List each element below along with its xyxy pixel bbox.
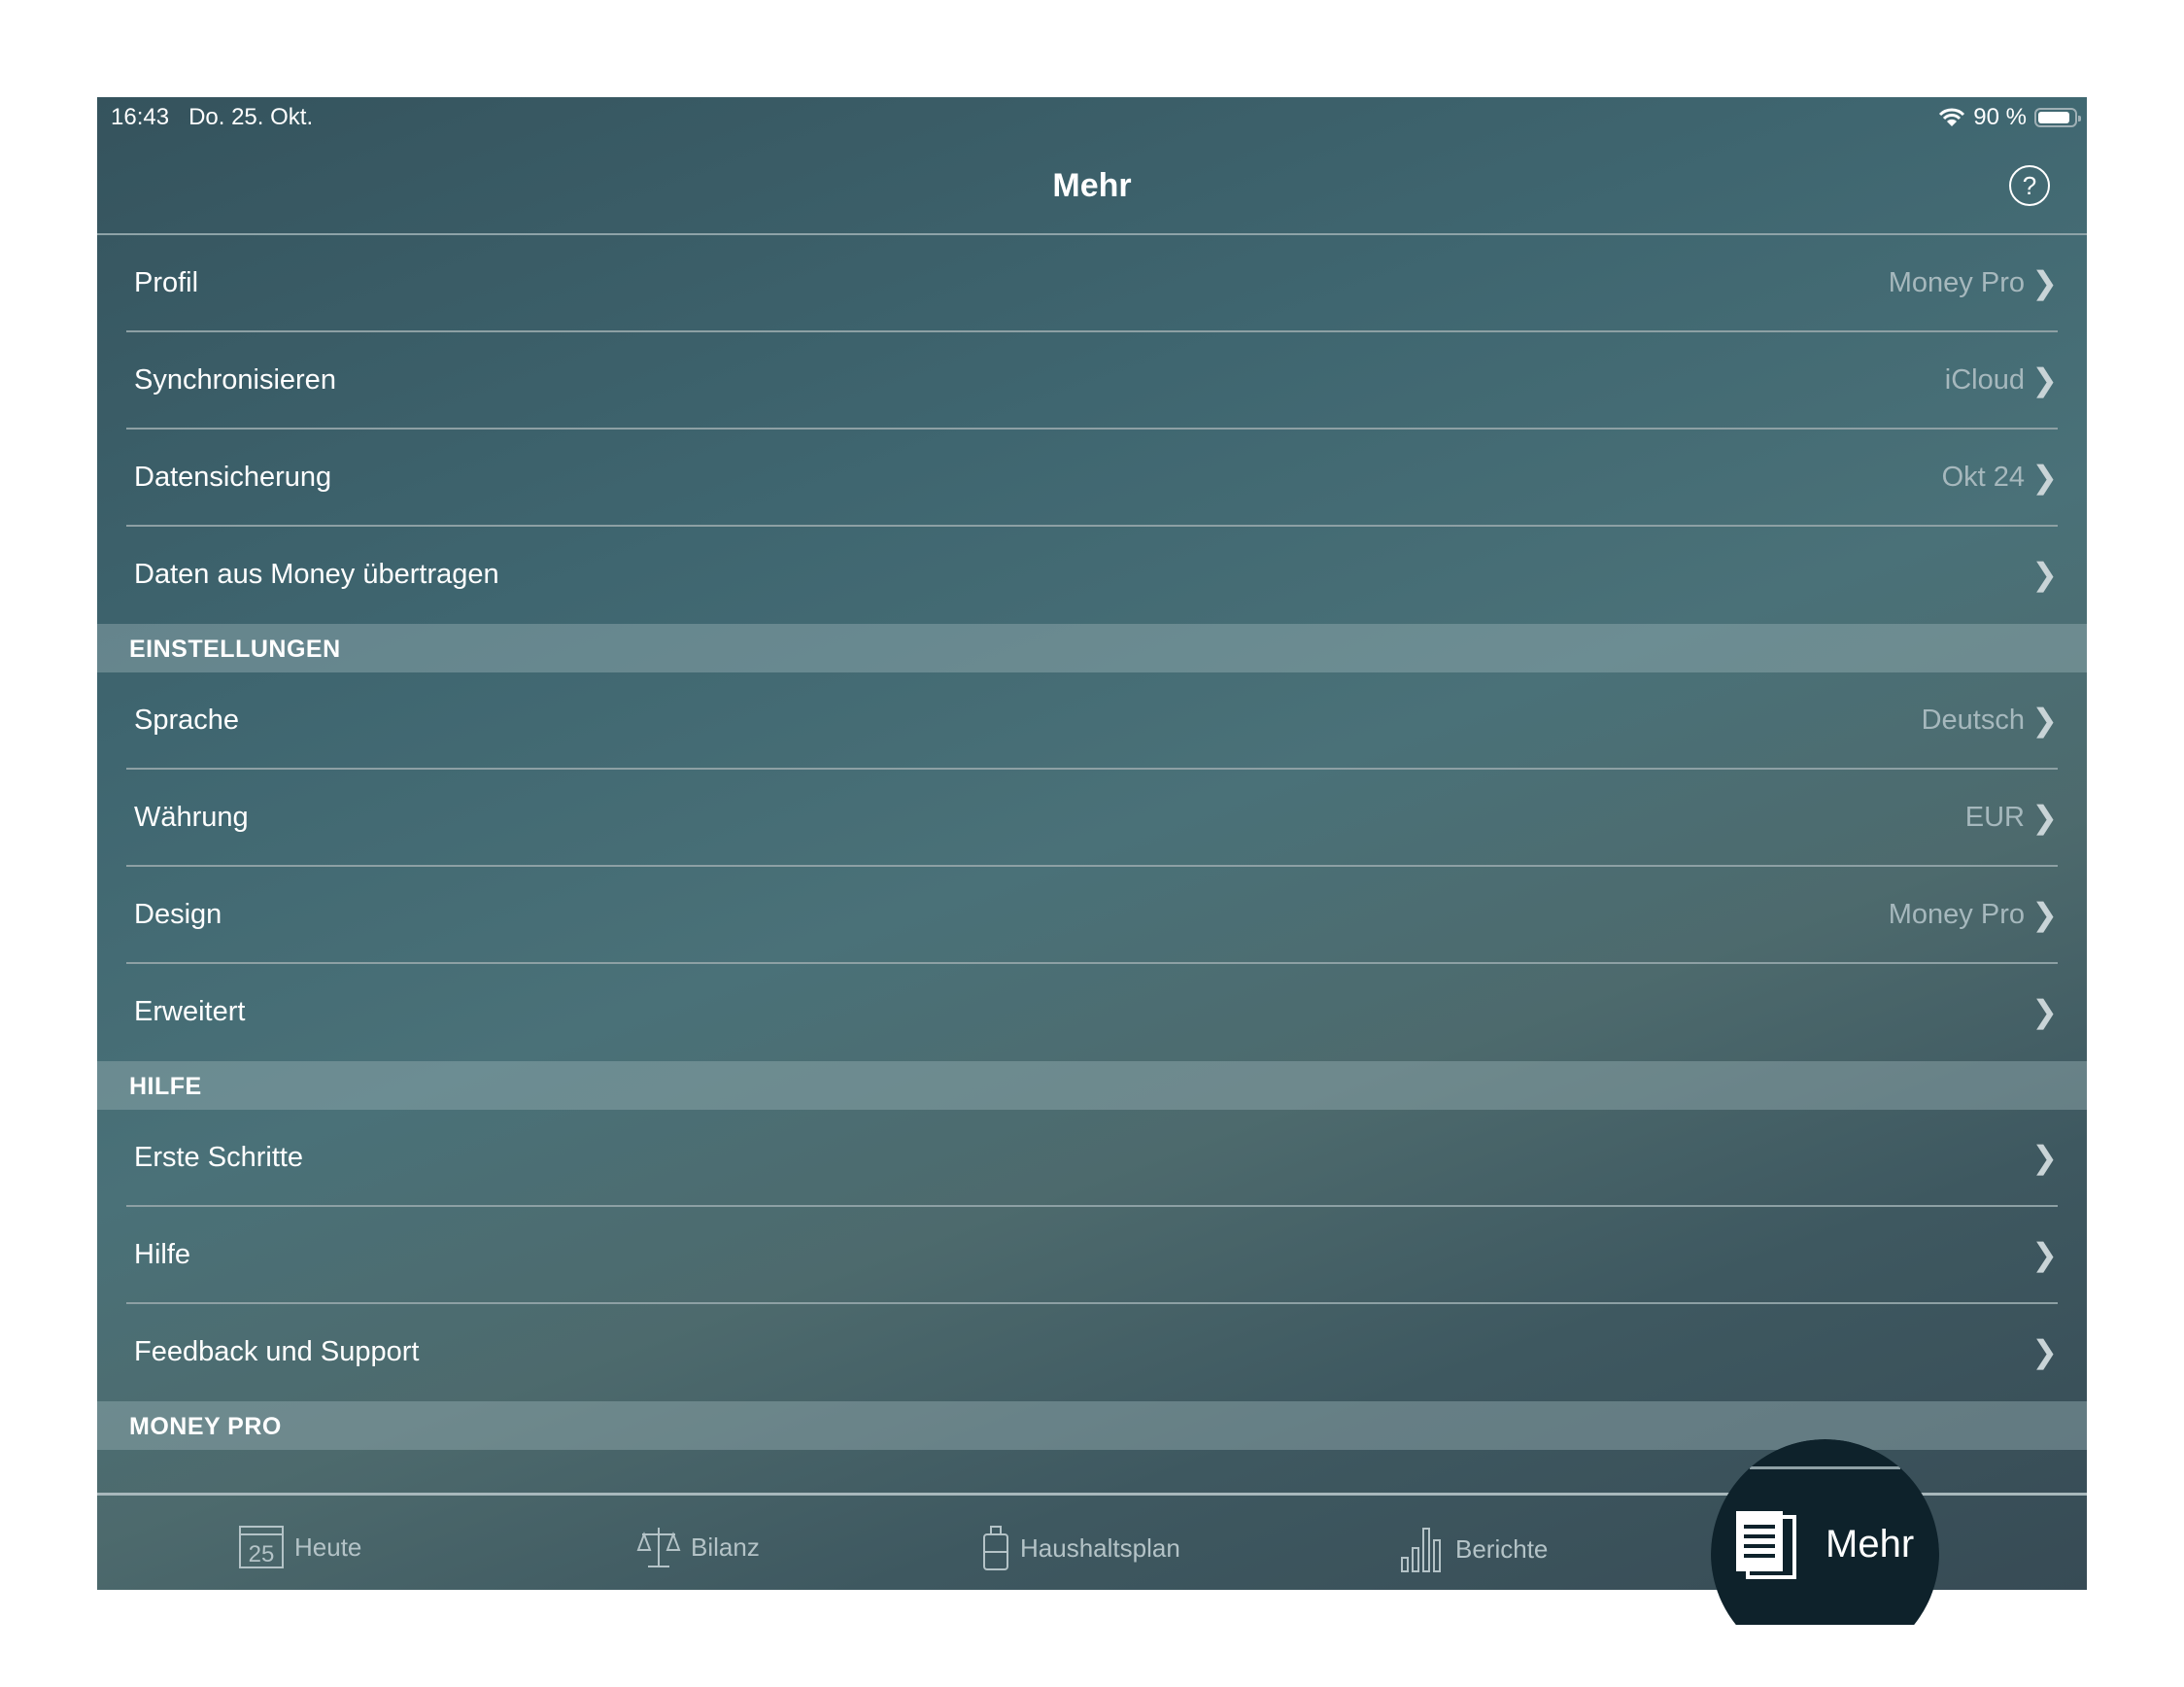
list-item-label: Synchronisieren — [134, 364, 336, 396]
chevron-right-icon: ❯ — [2031, 897, 2058, 932]
battery-icon — [2034, 108, 2081, 127]
list-item-value: Okt 24 — [1941, 462, 2025, 493]
section-title: EINSTELLUNGEN — [129, 636, 341, 663]
bar-chart-icon — [1401, 1528, 1441, 1572]
status-date: Do. 25. Okt. — [188, 104, 314, 130]
list-item-label: Daten aus Money übertragen — [134, 559, 499, 590]
question-circle-icon[interactable]: ? — [2009, 165, 2050, 206]
calendar-icon: 25 — [239, 1526, 284, 1568]
chevron-right-icon: ❯ — [2031, 1237, 2058, 1272]
section-header: EINSTELLUNGEN — [97, 624, 2087, 672]
tab-bilanz[interactable]: Bilanz — [636, 1525, 760, 1569]
list-item[interactable]: Feedback und Support ❯ — [97, 1304, 2087, 1401]
list-item[interactable]: Synchronisieren iCloud ❯ — [97, 332, 2087, 430]
navigation-bar: Mehr ? — [97, 136, 2087, 235]
list-item-label: Feedback und Support — [134, 1336, 420, 1367]
document-icon — [1736, 1511, 1796, 1579]
list-item-label: Hilfe — [134, 1239, 191, 1270]
list-item[interactable]: Profil Money Pro ❯ — [97, 235, 2087, 332]
chevron-right-icon: ❯ — [2031, 994, 2058, 1029]
calendar-day: 25 — [249, 1541, 275, 1567]
tab-label: Mehr — [1826, 1522, 1915, 1566]
divider — [1750, 1466, 1900, 1469]
section-header: HILFE — [97, 1061, 2087, 1110]
page-title: Mehr — [1052, 167, 1132, 204]
list-item[interactable]: Erste Schritte ❯ — [97, 1110, 2087, 1207]
tab-label: Haushaltsplan — [1020, 1532, 1180, 1563]
list-item-label: Profil — [134, 267, 199, 298]
list-item[interactable]: Daten aus Money übertragen ❯ — [97, 527, 2087, 624]
chevron-right-icon: ❯ — [2031, 460, 2058, 495]
tab-mehr[interactable]: Mehr — [1711, 1439, 1939, 1625]
chevron-right-icon: ❯ — [2031, 265, 2058, 300]
tab-heute[interactable]: 25 Heute — [238, 1525, 361, 1569]
status-bar: 16:43 Do. 25. Okt. 90 % — [97, 97, 2087, 136]
battery-percent: 90 % — [1973, 104, 2027, 130]
status-time: 16:43 — [111, 104, 170, 130]
chevron-right-icon: ❯ — [2031, 1140, 2058, 1175]
chevron-right-icon: ❯ — [2031, 1334, 2058, 1369]
section-title: MONEY PRO — [129, 1413, 282, 1440]
chevron-right-icon: ❯ — [2031, 703, 2058, 738]
scale-icon — [636, 1528, 681, 1567]
jar-icon — [983, 1526, 1008, 1570]
list-item-value: EUR — [1964, 802, 2025, 833]
list-item-label: Erste Schritte — [134, 1142, 304, 1173]
list-item-value: Money Pro — [1888, 267, 2025, 298]
settings-list: Profil Money Pro ❯ Synchronisieren iCloud ❯ Da… — [97, 235, 2087, 1450]
tab-haushaltsplan[interactable]: Haushaltsplan — [981, 1525, 1180, 1571]
list-item-value: Money Pro — [1888, 899, 2025, 930]
wifi-icon — [1939, 108, 1965, 126]
chevron-right-icon: ❯ — [2031, 800, 2058, 835]
tab-label: Berichte — [1455, 1533, 1549, 1564]
list-item-value: Deutsch — [1921, 705, 2025, 736]
tab-label: Bilanz — [691, 1532, 760, 1562]
list-item[interactable]: Datensicherung Okt 24 ❯ — [97, 430, 2087, 527]
list-item-label: Design — [134, 899, 222, 930]
list-item[interactable]: Währung EUR ❯ — [97, 770, 2087, 867]
tab-label: Heute — [294, 1532, 362, 1562]
chevron-right-icon: ❯ — [2031, 557, 2058, 592]
list-item-label: Erweitert — [134, 996, 246, 1027]
list-item-label: Währung — [134, 802, 249, 833]
list-item[interactable]: Design Money Pro ❯ — [97, 867, 2087, 964]
list-item-value: iCloud — [1944, 364, 2025, 396]
app-window: 16:43 Do. 25. Okt. 90 % Mehr ? Profil Mone… — [97, 97, 2087, 1625]
section-title: HILFE — [129, 1073, 202, 1100]
tab-berichte[interactable]: Berichte — [1399, 1525, 1548, 1573]
list-item[interactable]: Erweitert ❯ — [97, 964, 2087, 1061]
list-item[interactable]: Hilfe ❯ — [97, 1207, 2087, 1304]
section-header: MONEY PRO — [97, 1401, 2087, 1450]
list-item[interactable]: Sprache Deutsch ❯ — [97, 672, 2087, 770]
list-item-label: Sprache — [134, 705, 240, 736]
list-item-label: Datensicherung — [134, 462, 332, 493]
chevron-right-icon: ❯ — [2031, 362, 2058, 397]
